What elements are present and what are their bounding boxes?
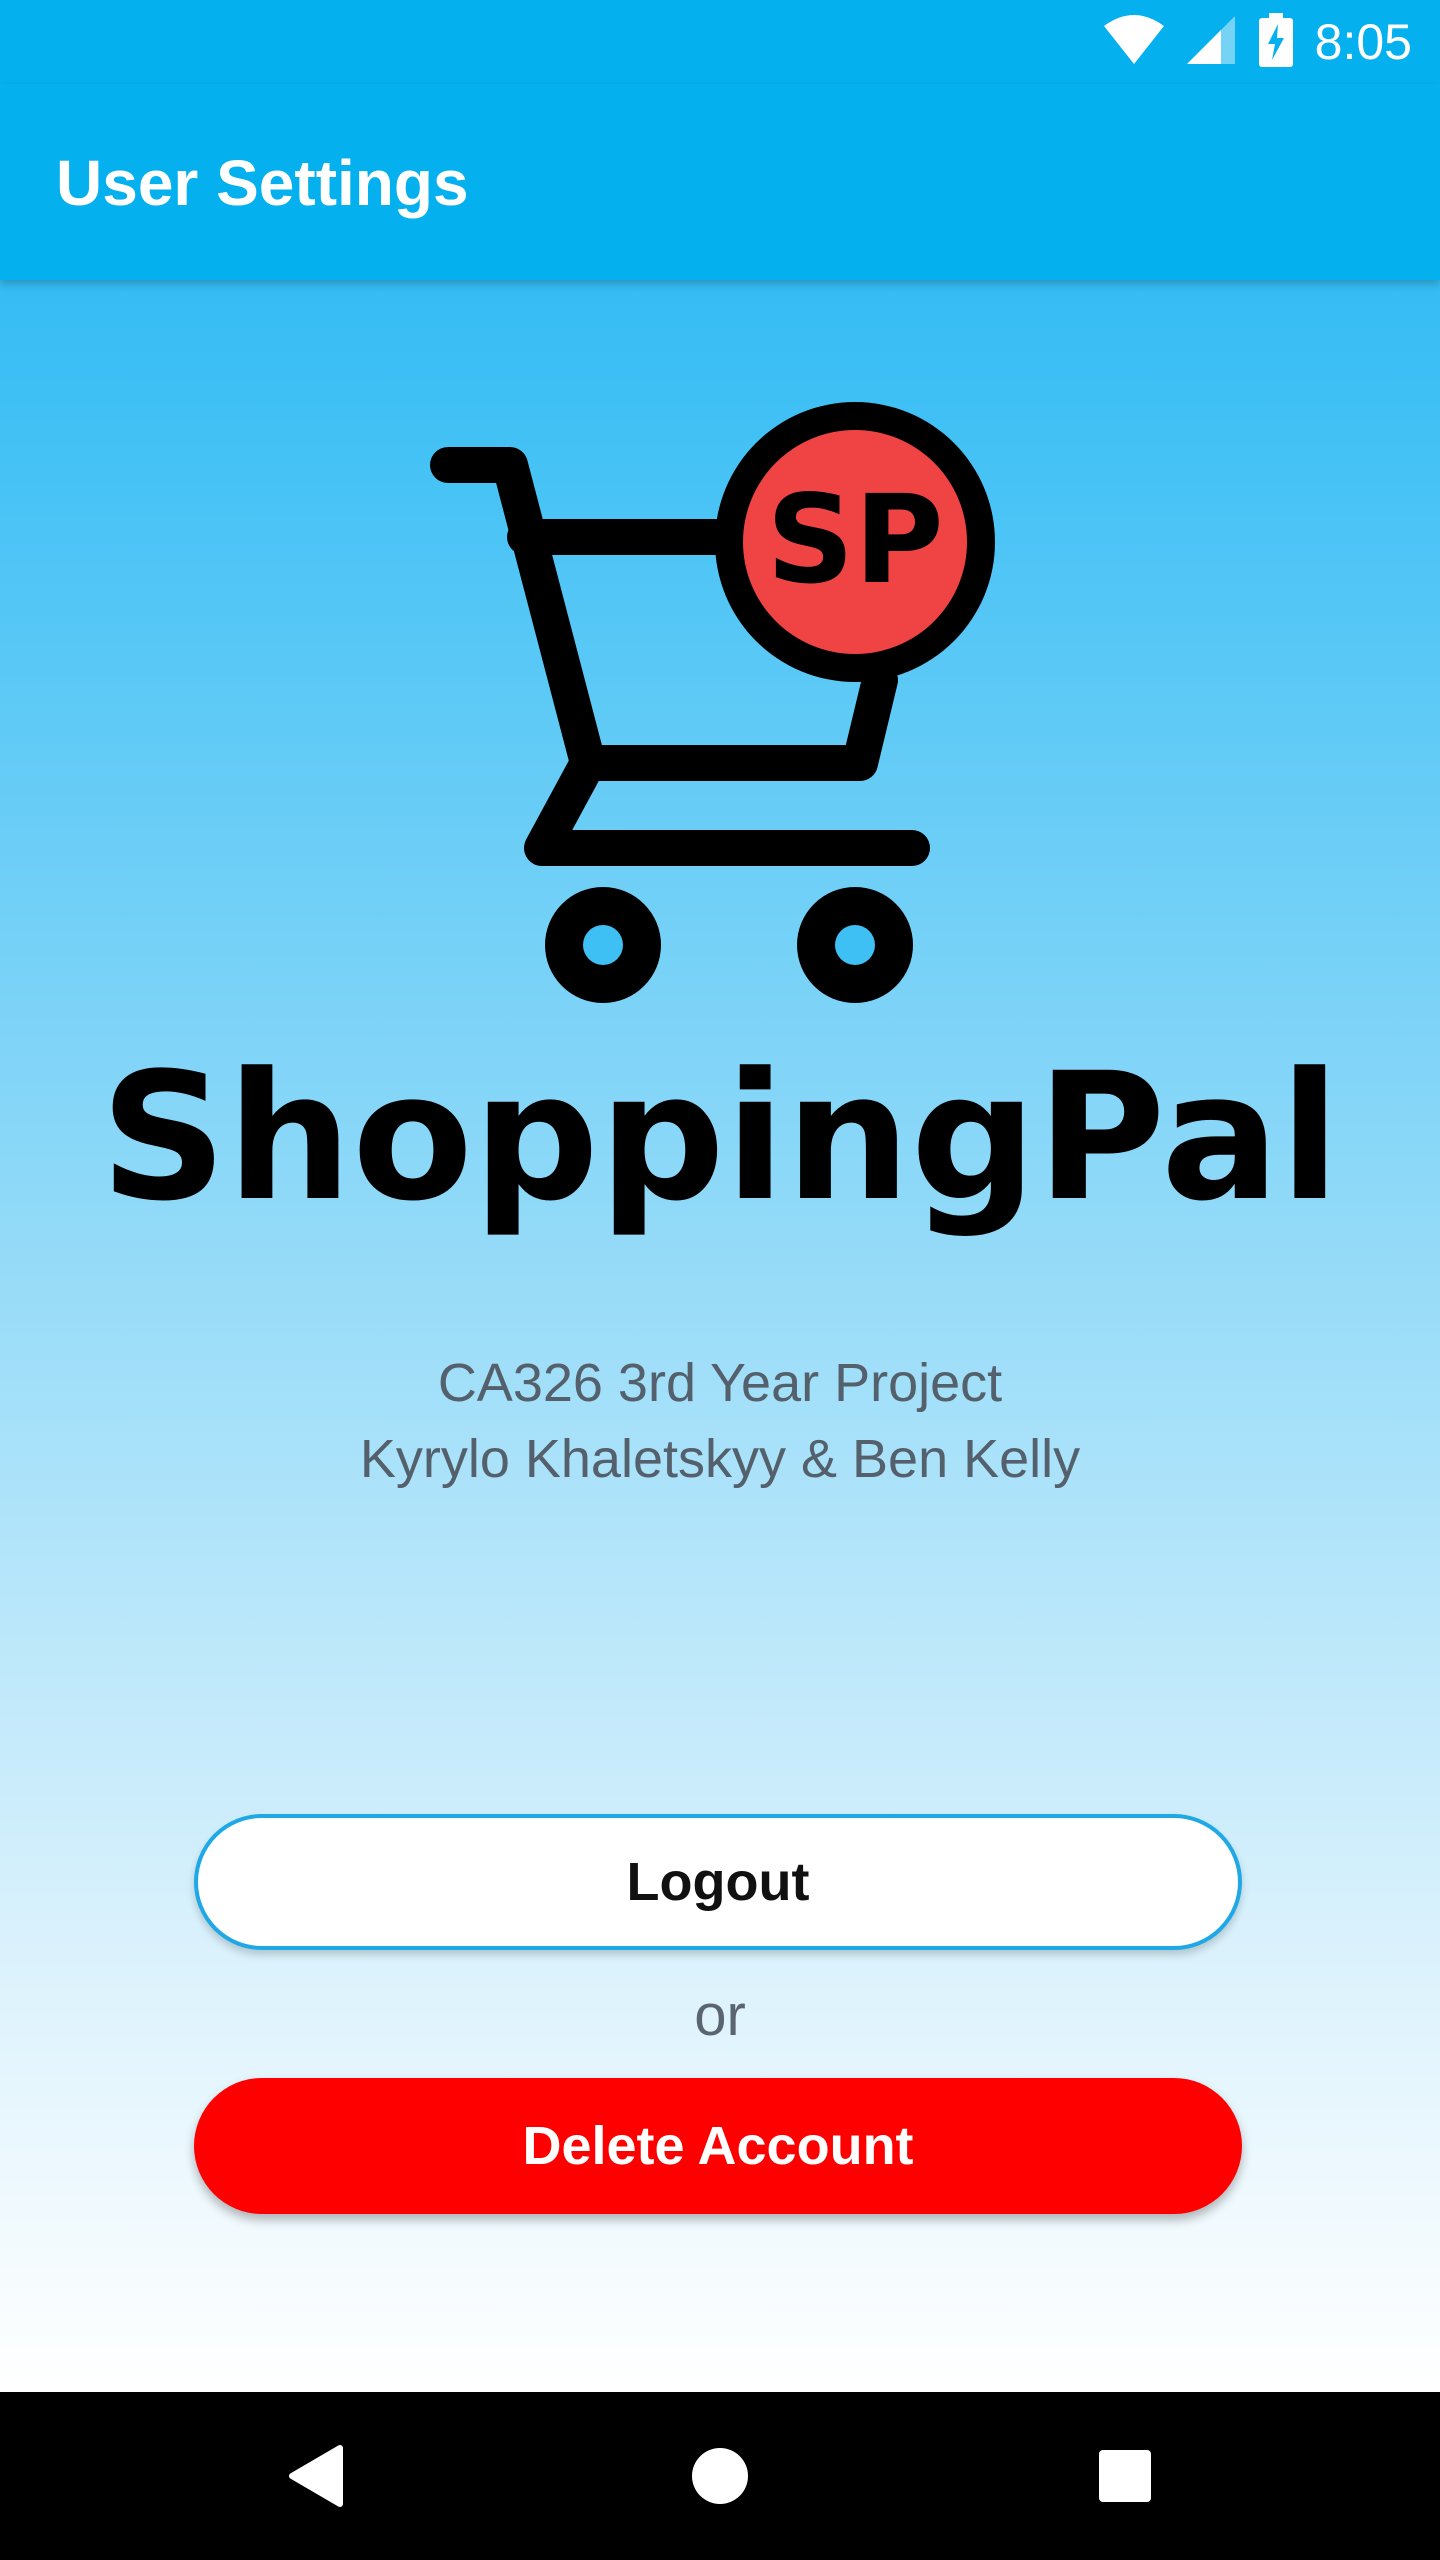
credits-line-project: CA326 3rd Year Project [437, 1353, 1003, 1413]
user-settings-screen: 8:05 User Settings SP ShoppingPal CA326 … [0, 0, 1440, 2560]
status-bar: 8:05 [0, 0, 1440, 84]
credits-line-authors: Kyrylo Khaletskyy & Ben Kelly [359, 1429, 1081, 1489]
battery-charging-icon [1258, 12, 1293, 72]
back-icon[interactable] [276, 2436, 356, 2516]
recents-icon[interactable] [1085, 2436, 1165, 2516]
delete-account-button[interactable]: Delete Account [194, 2078, 1242, 2214]
system-nav-bar [0, 2392, 1440, 2560]
project-credits: CA326 3rd Year Project Kyrylo Khaletskyy… [0, 1345, 1440, 1497]
wifi-icon [1103, 14, 1165, 71]
app-bar: User Settings [0, 84, 1440, 280]
or-separator: or [694, 1983, 746, 2048]
status-time: 8:05 [1314, 14, 1412, 70]
shoppingpal-logo: SP ShoppingPal [0, 370, 1440, 1290]
cellular-signal-icon [1186, 14, 1237, 71]
page-title: User Settings [56, 147, 469, 219]
logout-button[interactable]: Logout [194, 1814, 1242, 1950]
status-icons: 8:05 [1103, 0, 1412, 84]
shopping-cart-icon: SP ShoppingPal [100, 402, 1340, 1240]
logo-badge-text: SP [766, 469, 943, 611]
home-icon[interactable] [680, 2436, 760, 2516]
logo-wordmark: ShoppingPal [100, 1035, 1340, 1240]
